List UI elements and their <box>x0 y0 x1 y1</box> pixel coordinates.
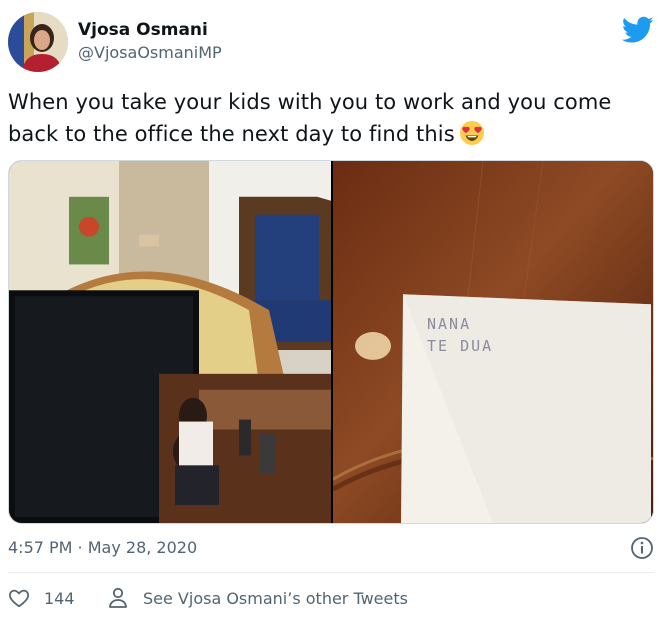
handwritten-note: NANA TE DUA <box>427 313 493 357</box>
note-line-1: NANA <box>427 315 472 333</box>
tweet-media: NANA TE DUA <box>8 160 654 524</box>
note-line-2: TE DUA <box>427 337 494 355</box>
office-photo[interactable] <box>9 161 331 523</box>
twitter-bird-icon[interactable] <box>621 16 654 44</box>
heart-icon[interactable] <box>8 587 30 609</box>
author-display-name[interactable]: Vjosa Osmani <box>78 19 222 41</box>
like-count[interactable]: 144 <box>44 588 75 610</box>
author-avatar[interactable] <box>8 12 68 72</box>
tweet-card: Vjosa Osmani @VjosaOsmaniMP When you tak… <box>0 0 664 617</box>
info-icon[interactable] <box>630 536 654 560</box>
tweet-text: When you take your kids with you to work… <box>8 86 648 150</box>
other-tweets-link[interactable]: See Vjosa Osmani’s other Tweets <box>143 588 408 610</box>
author-info: Vjosa Osmani @VjosaOsmaniMP <box>78 19 222 64</box>
divider <box>8 572 654 573</box>
note-photo[interactable]: NANA TE DUA <box>333 161 653 523</box>
author-handle[interactable]: @VjosaOsmaniMP <box>78 42 222 64</box>
tweet-header: Vjosa Osmani @VjosaOsmaniMP <box>8 10 656 74</box>
person-icon[interactable] <box>108 587 128 609</box>
tweet-timestamp[interactable]: 4:57 PM · May 28, 2020 <box>8 537 197 559</box>
heart-eyes-emoji-icon <box>459 120 485 146</box>
tweet-text-content: When you take your kids with you to work… <box>8 90 612 146</box>
